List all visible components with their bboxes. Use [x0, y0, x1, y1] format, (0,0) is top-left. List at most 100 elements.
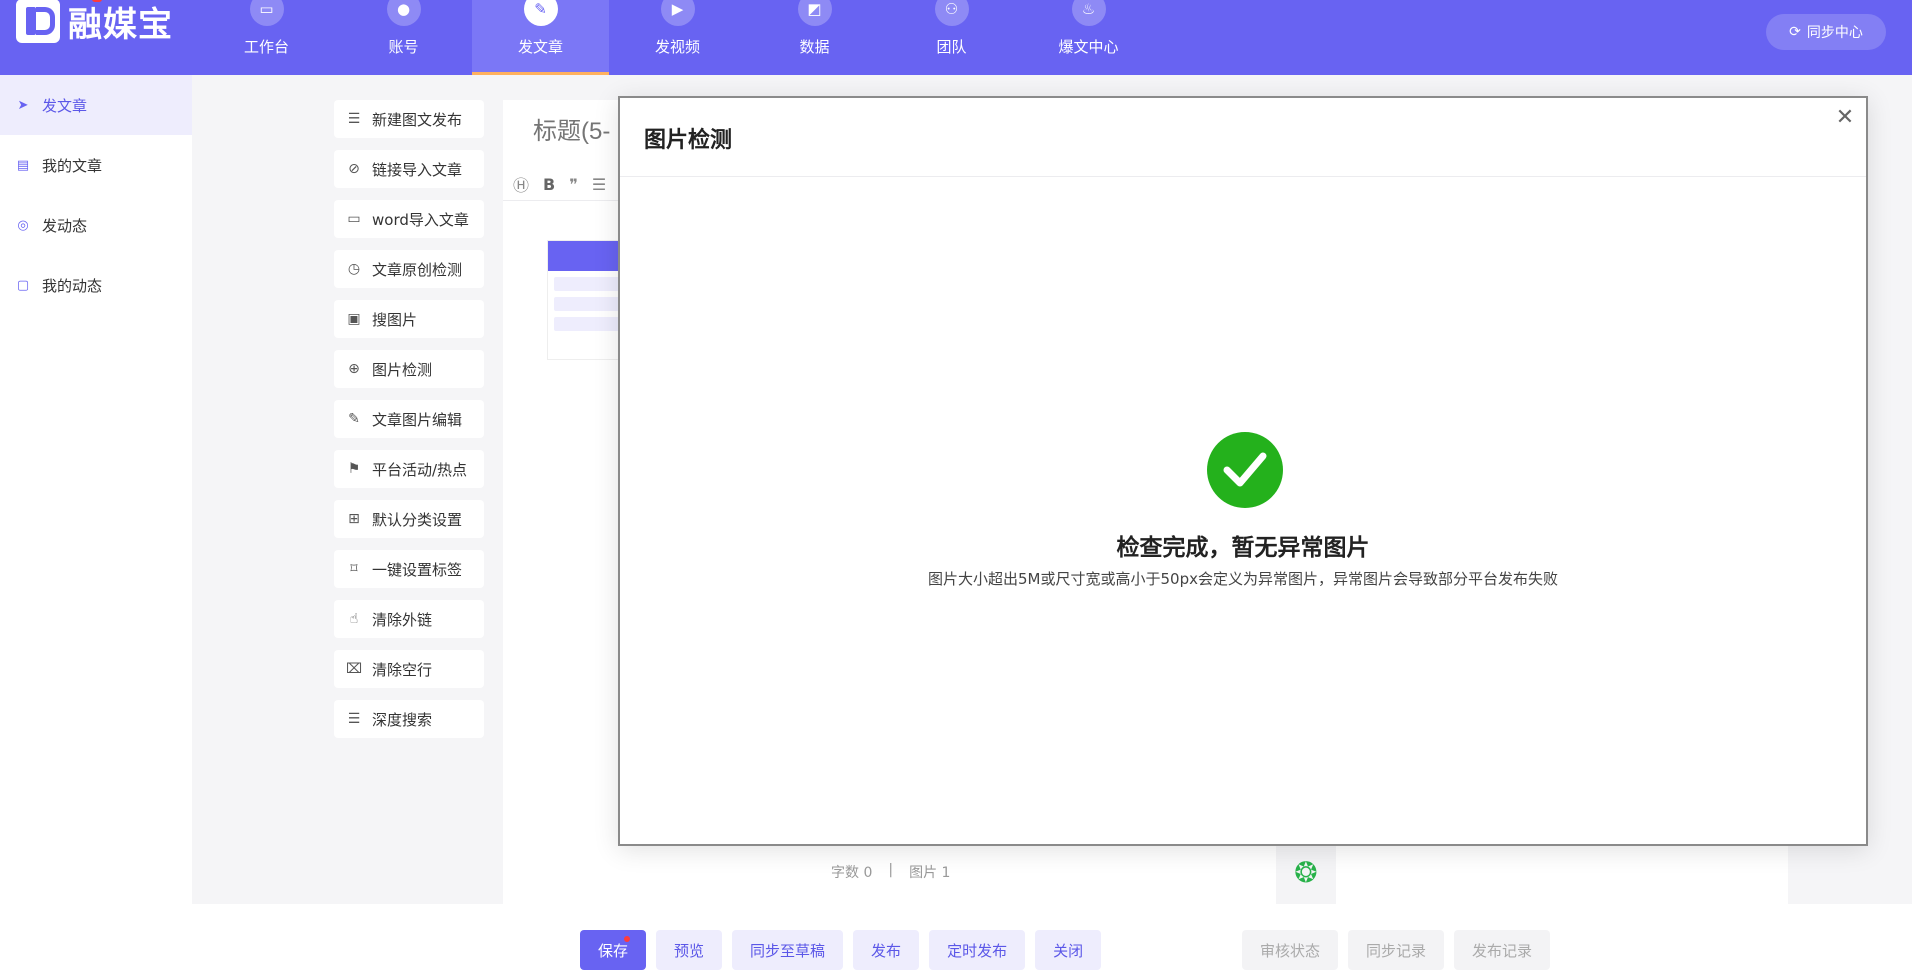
image-check-modal: 图片检测 ✕ 检查完成，暂无异常图片 图片大小超出5M或尺寸宽或高小于50px会… — [618, 96, 1868, 846]
stats-separator: | — [888, 862, 894, 878]
nav-item-hot-articles[interactable]: ♨ 爆文中心 — [1020, 0, 1157, 75]
nav-item-post-article[interactable]: ✎ 发文章 — [472, 0, 609, 75]
nav-label: 发视频 — [654, 38, 700, 56]
thumbnail-row — [554, 277, 620, 291]
close-button[interactable]: 关闭 — [1035, 930, 1102, 970]
thumbnail-row — [554, 317, 620, 331]
sync-log-button[interactable]: 同步记录 — [1348, 930, 1445, 970]
primary-actions: 保存 预览 同步至草稿 发布 定时发布 关闭 — [580, 930, 1102, 970]
save-label: 保存 — [598, 942, 629, 960]
tool-platform-hot[interactable]: ⚑ 平台活动/热点 — [334, 450, 484, 488]
tool-set-tags[interactable]: ⌑ 一键设置标签 — [334, 550, 484, 588]
sync-draft-button[interactable]: 同步至草稿 — [732, 930, 844, 970]
publish-log-button[interactable]: 发布记录 — [1454, 930, 1551, 970]
sync-center-button[interactable]: ⟳ 同步中心 — [1766, 14, 1886, 50]
sidebar-item-post-moment[interactable]: ◎ 发动态 — [0, 195, 192, 255]
send-icon: ➤ — [17, 97, 29, 113]
editor-toolbar: Ⓗ B ❞ ☰ — [513, 172, 606, 196]
tool-label: 清除外链 — [372, 610, 433, 629]
tool-label: 默认分类设置 — [372, 510, 463, 529]
nav-item-account[interactable]: ● 账号 — [335, 0, 472, 75]
nav-label: 爆文中心 — [1058, 38, 1119, 56]
nav-item-workbench[interactable]: ▭ 工作台 — [198, 0, 335, 75]
unsaved-dot — [624, 936, 631, 942]
preview-button[interactable]: 预览 — [656, 930, 723, 970]
sidebar-item-label: 我的动态 — [42, 276, 103, 295]
success-check-icon — [1207, 432, 1283, 508]
tool-label: 深度搜索 — [372, 710, 433, 729]
sidebar-item-my-articles[interactable]: ▤ 我的文章 — [0, 135, 192, 195]
tool-clear-blank-lines[interactable]: ⌧ 清除空行 — [334, 650, 484, 688]
sidebar-item-label: 发动态 — [42, 216, 88, 235]
fire-icon: ♨ — [1071, 0, 1106, 26]
list-icon[interactable]: ☰ — [592, 175, 606, 194]
user-icon: ● — [386, 0, 421, 26]
tools-panel: ☰ 新建图文发布 ⊘ 链接导入文章 ▭ word导入文章 ◷ 文章原创检测 ▣ 搜图片 ⊕… — [334, 100, 484, 750]
tool-clear-links[interactable]: ☝ 清除外链 — [334, 600, 484, 638]
image-count: 图片 1 — [909, 865, 951, 881]
tool-new-post[interactable]: ☰ 新建图文发布 — [334, 100, 484, 138]
originality-icon: ◷ — [347, 261, 361, 277]
bookmark-icon: ⌑ — [350, 561, 358, 577]
word-import-icon: ▭ — [347, 211, 361, 227]
thumbnail-row — [554, 297, 620, 311]
tool-image-search[interactable]: ▣ 搜图片 — [334, 300, 484, 338]
thumbnail-header — [548, 241, 626, 271]
assistant-icon[interactable]: ❂ — [1276, 840, 1336, 904]
target-icon: ◎ — [17, 217, 29, 233]
tool-label: 图片检测 — [372, 360, 433, 379]
heading-icon[interactable]: Ⓗ — [513, 172, 529, 196]
modal-title: 图片检测 — [644, 128, 733, 153]
word-count: 字数 0 — [831, 865, 873, 881]
chart-icon: ◩ — [797, 0, 832, 26]
tool-label: 搜图片 — [372, 310, 418, 329]
result-message: 检查完成，暂无异常图片 — [1116, 535, 1370, 561]
editor-stats: 字数 0 | 图片 1 — [831, 862, 950, 882]
zoom-icon: ⊕ — [348, 361, 360, 377]
tool-default-category[interactable]: ⊞ 默认分类设置 — [334, 500, 484, 538]
sidebar-item-label: 发文章 — [42, 96, 88, 115]
inline-image-thumbnail[interactable] — [547, 240, 627, 360]
publish-button[interactable]: 发布 — [853, 930, 920, 970]
tool-label: 链接导入文章 — [372, 160, 463, 179]
trash-icon: ⌧ — [346, 661, 363, 677]
main-nav: ▭ 工作台 ● 账号 ✎ 发文章 ▶ 发视频 ◩ 数据 ⚇ 团队 ♨ 爆文中心 — [198, 0, 1157, 75]
quote-icon[interactable]: ❞ — [569, 175, 578, 194]
tool-originality-check[interactable]: ◷ 文章原创检测 — [334, 250, 484, 288]
app-logo[interactable]: 融媒宝 — [16, 0, 173, 46]
monitor-icon: ▭ — [249, 0, 284, 26]
tool-label: 新建图文发布 — [372, 110, 463, 129]
new-post-icon: ☰ — [347, 111, 361, 127]
nav-item-data[interactable]: ◩ 数据 — [746, 0, 883, 75]
sidebar: ➤ 发文章 ▤ 我的文章 ◎ 发动态 ▢ 我的动态 — [0, 75, 192, 976]
nav-item-team[interactable]: ⚇ 团队 — [883, 0, 1020, 75]
tool-label: 一键设置标签 — [372, 560, 463, 579]
save-button[interactable]: 保存 — [580, 930, 647, 970]
tool-label: word导入文章 — [372, 210, 469, 229]
nav-label: 工作台 — [243, 38, 289, 56]
bold-icon[interactable]: B — [543, 175, 555, 194]
deep-search-icon: ☰ — [347, 711, 361, 727]
doc-icon: ▤ — [16, 157, 30, 173]
tool-deep-search[interactable]: ☰ 深度搜索 — [334, 700, 484, 738]
tool-image-check[interactable]: ⊕ 图片检测 — [334, 350, 484, 388]
secondary-actions: 审核状态 同步记录 发布记录 — [1242, 930, 1551, 970]
nav-label: 团队 — [936, 38, 967, 56]
play-icon: ▶ — [660, 0, 695, 26]
close-icon[interactable]: ✕ — [1832, 104, 1858, 130]
sidebar-item-post-article[interactable]: ➤ 发文章 — [0, 75, 192, 135]
tool-image-edit[interactable]: ✎ 文章图片编辑 — [334, 400, 484, 438]
refresh-icon: ⟳ — [1789, 24, 1801, 40]
tool-label: 文章原创检测 — [372, 260, 463, 279]
tool-link-import[interactable]: ⊘ 链接导入文章 — [334, 150, 484, 188]
schedule-publish-button[interactable]: 定时发布 — [929, 930, 1026, 970]
org-icon: ⚇ — [934, 0, 969, 26]
review-status-button[interactable]: 审核状态 — [1242, 930, 1339, 970]
nav-item-post-video[interactable]: ▶ 发视频 — [609, 0, 746, 75]
nav-label: 数据 — [799, 38, 830, 56]
nav-label: 账号 — [388, 38, 419, 56]
edit-icon: ✎ — [348, 411, 360, 427]
sidebar-item-my-moments[interactable]: ▢ 我的动态 — [0, 255, 192, 315]
thumb-icon: ☝ — [349, 611, 359, 627]
tool-word-import[interactable]: ▭ word导入文章 — [334, 200, 484, 238]
